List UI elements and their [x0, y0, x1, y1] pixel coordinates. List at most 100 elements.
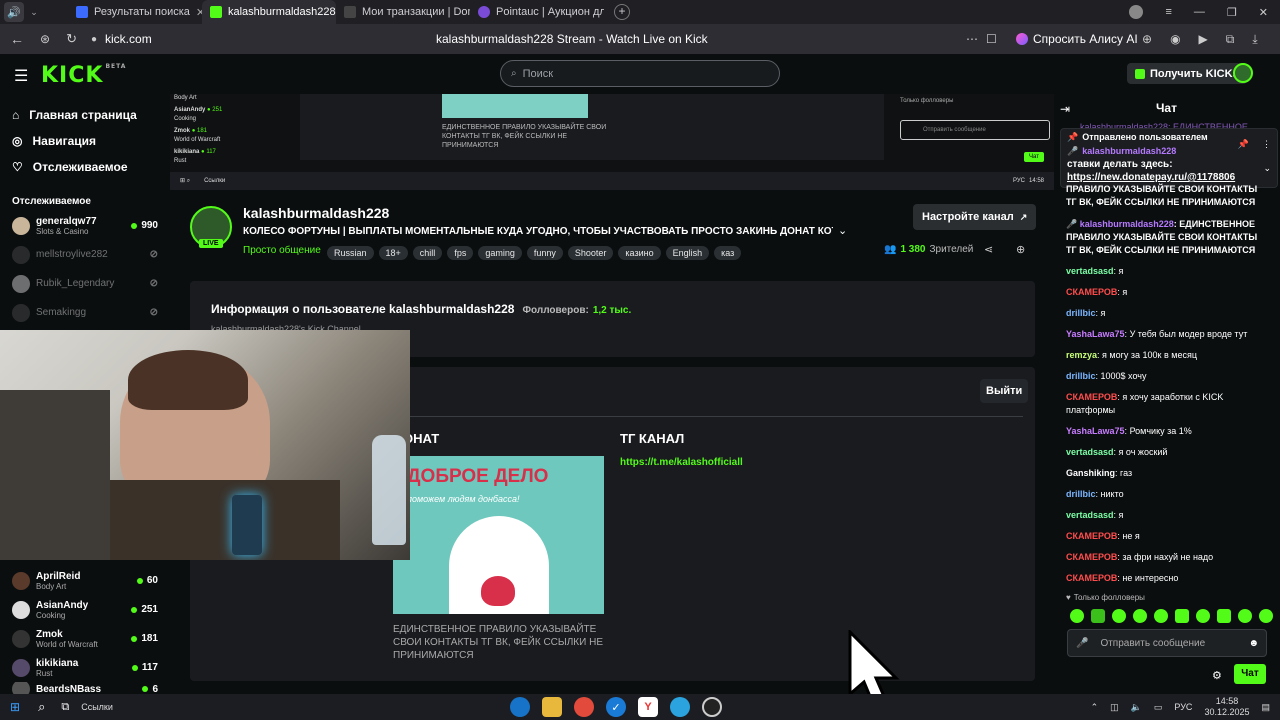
new-tab-button[interactable]: +	[614, 4, 630, 20]
emote-icon[interactable]	[1112, 609, 1126, 623]
tag[interactable]: каз	[714, 246, 742, 260]
yandex-browser-icon[interactable]: Y	[638, 697, 658, 717]
get-kicks-button[interactable]: Получить KICKs	[1127, 63, 1247, 84]
exit-button[interactable]: Выйти	[980, 379, 1029, 403]
tab-kick-stream[interactable]: kalashburmaldash228 S ✕	[202, 0, 336, 24]
user-avatar[interactable]	[1233, 63, 1253, 83]
speaker-icon[interactable]: 🔊	[4, 2, 24, 22]
url-text[interactable]: kick.com	[105, 32, 152, 46]
globe-icon[interactable]: ⊕	[1142, 32, 1152, 47]
notification-icon[interactable]: ▤	[1261, 702, 1270, 713]
taskbar-search-label[interactable]: Ссылки	[81, 702, 113, 712]
sidebar-channel[interactable]: generalqw77 Slots & Casino 990	[0, 211, 170, 240]
sidebar-channel[interactable]: Rubik_Legendary ⊘	[0, 269, 170, 298]
back-icon[interactable]: ←	[10, 31, 24, 47]
alice-ai-button[interactable]: Спросить Алису AI	[1008, 28, 1146, 50]
chat-username[interactable]: vertadsasd	[1066, 266, 1114, 276]
volume-icon[interactable]: 🔈	[1131, 702, 1142, 713]
sidebar-channel[interactable]: Zmok World of Warcraft 181	[0, 624, 170, 653]
tag[interactable]: gaming	[478, 246, 522, 260]
add-user-icon[interactable]: ⊕	[1016, 243, 1025, 256]
more-icon[interactable]: ⋯	[966, 32, 978, 46]
chat-input[interactable]: 🎤 Отправить сообщение ☻	[1067, 629, 1267, 657]
maximize-icon[interactable]: ❐	[1227, 6, 1237, 19]
stream-category[interactable]: Просто общение	[243, 245, 321, 256]
menu-icon[interactable]: ≡	[1165, 6, 1171, 18]
tag[interactable]: chill	[412, 246, 443, 260]
sidebar-channel[interactable]: Semakingg ⊘	[0, 298, 170, 327]
share-icon[interactable]: ⋖	[984, 243, 993, 256]
chat-username[interactable]: СКАМЕРОВ	[1066, 392, 1117, 402]
collapse-chat-icon[interactable]: ⇥	[1060, 102, 1070, 116]
nav-following[interactable]: ♡ Отслеживаемое	[0, 154, 170, 180]
play-icon[interactable]: ▶	[1199, 32, 1208, 47]
tab-search-results[interactable]: Результаты поиска ✕	[68, 0, 202, 24]
minimize-icon[interactable]: —	[1194, 6, 1205, 18]
sidebar-channel[interactable]: kikikiana Rust 117	[0, 653, 170, 682]
nav-home[interactable]: ⌂ Главная страница	[0, 102, 170, 128]
search-input[interactable]: ⌕ Поиск	[500, 60, 780, 87]
setup-channel-button[interactable]: Настройте канал ↗	[913, 204, 1037, 230]
tab-donation-transactions[interactable]: Мои транзакции | Donat ✕	[336, 0, 470, 24]
channel-name[interactable]: kalashburmaldash228	[243, 205, 389, 221]
window-close-icon[interactable]: ✕	[1259, 6, 1268, 19]
sidebar-channel[interactable]: AprilReid Body Art 60	[0, 566, 170, 595]
search-icon[interactable]: ⌕	[38, 699, 45, 715]
emote-icon[interactable]	[1196, 609, 1210, 623]
emote-icon[interactable]	[1217, 609, 1231, 623]
unpin-icon[interactable]: 📌	[1238, 139, 1249, 150]
download-icon[interactable]: ⤓	[1252, 32, 1257, 47]
tag[interactable]: fps	[447, 246, 474, 260]
chat-username[interactable]: YashaLawa75	[1066, 426, 1125, 436]
kick-logo[interactable]: KICK BETA	[41, 63, 126, 88]
network-icon[interactable]: ◫	[1110, 702, 1119, 713]
reload-icon[interactable]: ↻	[66, 31, 77, 47]
profile-icon[interactable]	[1129, 5, 1144, 19]
obs-icon[interactable]	[702, 697, 722, 717]
pinned-link[interactable]: https://new.donatepay.ru/@1178806	[1061, 172, 1277, 183]
expand-title-icon[interactable]: ⌄	[838, 224, 847, 237]
emote-icon[interactable]	[1154, 609, 1168, 623]
emoji-icon[interactable]: ☻	[1248, 638, 1259, 649]
telegram-icon[interactable]	[670, 697, 690, 717]
chat-username[interactable]: YashaLawa75	[1066, 329, 1125, 339]
emote-icon[interactable]	[1175, 609, 1189, 623]
chat-username[interactable]: drillbic	[1066, 308, 1096, 318]
bookmark-icon[interactable]: ☐	[986, 32, 997, 46]
sidebar-channel[interactable]: AsianAndy Cooking 251	[0, 595, 170, 624]
chat-username[interactable]: vertadsasd	[1066, 447, 1114, 457]
edge-icon[interactable]	[510, 697, 530, 717]
tag[interactable]: English	[665, 246, 710, 260]
tab-pointauc[interactable]: Pointauc | Аукцион для ст	[470, 0, 604, 24]
clock[interactable]: 14:58 30.12.2025	[1204, 696, 1249, 718]
sidebar-channel[interactable]: mellstroylive282 ⊘	[0, 240, 170, 269]
emote-icon[interactable]	[1070, 609, 1084, 623]
emote-icon[interactable]	[1133, 609, 1147, 623]
chat-username[interactable]: СКАМЕРОВ	[1066, 552, 1117, 562]
tg-channel-link[interactable]: https://t.me/kalashofficiall	[620, 457, 743, 468]
tag[interactable]: 18+	[378, 246, 408, 260]
app-check-icon[interactable]: ✓	[606, 697, 626, 717]
language-indicator[interactable]: РУС	[1174, 702, 1192, 712]
hamburger-menu-icon[interactable]: ☰	[14, 66, 28, 86]
nav-browse[interactable]: ◎ Навигация	[0, 128, 170, 154]
stream-video-player[interactable]: Body Art AsianAndy ● 251 Cooking Zmok ● 1…	[170, 94, 1054, 190]
emote-icon[interactable]	[1091, 609, 1105, 623]
tag[interactable]: Shooter	[567, 246, 614, 260]
tag[interactable]: funny	[526, 246, 563, 260]
pinned-expand-icon[interactable]: ⌄	[1263, 163, 1271, 174]
chat-username[interactable]: Ganshiking	[1066, 468, 1115, 478]
task-view-icon[interactable]: ⧉	[61, 701, 69, 714]
chat-username[interactable]: remzya	[1066, 350, 1097, 360]
emote-icon[interactable]	[1238, 609, 1252, 623]
chat-username[interactable]: СКАМЕРОВ	[1066, 531, 1117, 541]
battery-icon[interactable]: ▭	[1154, 702, 1163, 713]
collections-icon[interactable]: ⧉	[1226, 32, 1235, 47]
tray-expand-icon[interactable]: ⌃	[1091, 702, 1099, 713]
donate-panel-image[interactable]: ДОБРОЕ ДЕЛО поможем людям донбасса!	[393, 456, 604, 614]
emote-icon[interactable]	[1259, 609, 1273, 623]
chat-username[interactable]: СКАМЕРОВ	[1066, 573, 1117, 583]
chat-username[interactable]: vertadsasd	[1066, 510, 1114, 520]
pinned-menu-icon[interactable]: ⋮	[1262, 139, 1271, 150]
send-chat-button[interactable]: Чат	[1234, 664, 1266, 684]
